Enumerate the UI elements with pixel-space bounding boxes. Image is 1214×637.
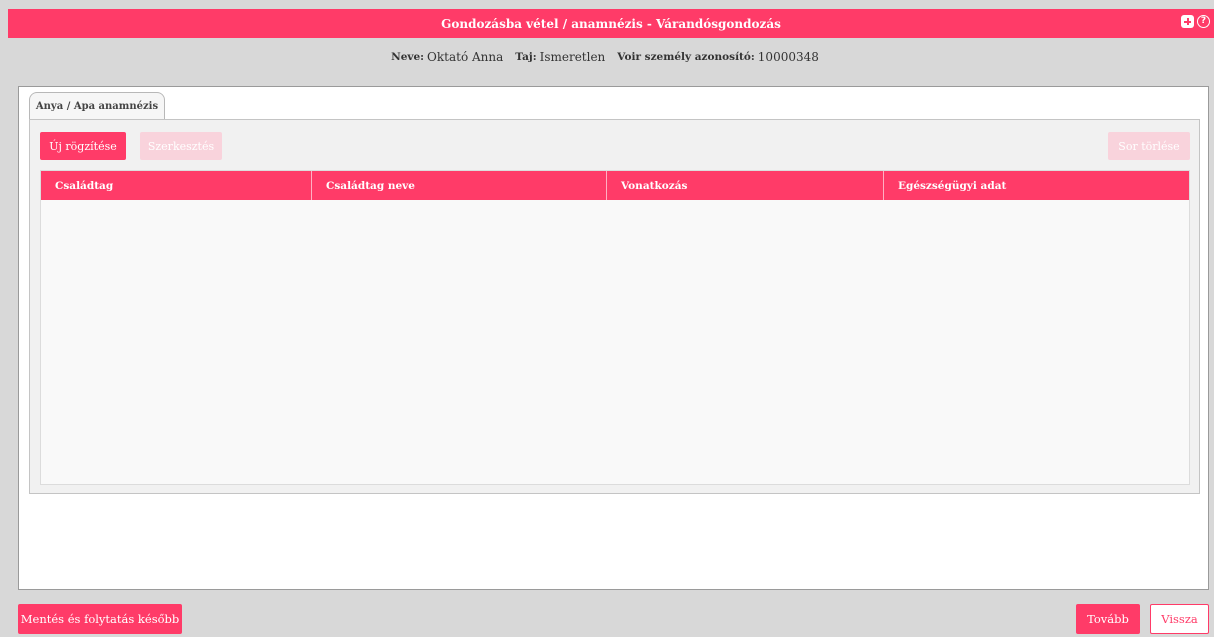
- new-record-button[interactable]: Új rögzítése: [40, 132, 126, 160]
- main-panel: Anya / Apa anamnézis Új rögzítése Szerke…: [18, 86, 1209, 590]
- column-header-csaladtag-neve[interactable]: Családtag neve: [312, 171, 607, 200]
- delete-row-button[interactable]: Sor törlése: [1108, 132, 1190, 160]
- patient-name-label: Neve:: [391, 51, 425, 63]
- patient-voir-value: 10000348: [757, 50, 819, 64]
- tab-content: Új rögzítése Szerkesztés Sor törlése Csa…: [29, 119, 1200, 494]
- patient-voir-label: Voir személy azonosító:: [617, 51, 755, 63]
- table-header: Családtag Családtag neve Vonatkozás Egés…: [41, 171, 1189, 200]
- window-title-bar: Gondozásba vétel / anamnézis - Várandósg…: [8, 9, 1214, 38]
- column-header-vonatkozas[interactable]: Vonatkozás: [607, 171, 884, 200]
- family-history-table: Családtag Családtag neve Vonatkozás Egés…: [40, 170, 1190, 485]
- help-circle-icon[interactable]: ?: [1197, 15, 1210, 28]
- next-button[interactable]: Tovább: [1076, 604, 1140, 634]
- column-header-egeszsegugyi-adat[interactable]: Egészségügyi adat: [884, 171, 1189, 200]
- edit-button[interactable]: Szerkesztés: [140, 132, 222, 160]
- save-and-continue-later-button[interactable]: Mentés és folytatás később: [18, 604, 182, 634]
- plus-square-icon[interactable]: [1181, 15, 1194, 28]
- column-header-csaladtag[interactable]: Családtag: [41, 171, 312, 200]
- page-title: Gondozásba vétel / anamnézis - Várandósg…: [441, 16, 781, 31]
- title-bar-icons: ?: [1181, 15, 1210, 28]
- patient-taj-value: Ismeretlen: [539, 50, 606, 64]
- patient-info-bar: Neve: Oktató Anna Taj: Ismeretlen Voir s…: [8, 38, 1214, 76]
- tab-anya-apa-anamnezis[interactable]: Anya / Apa anamnézis: [29, 92, 165, 119]
- table-body: [41, 200, 1189, 484]
- patient-name-value: Oktató Anna: [427, 50, 504, 64]
- back-button[interactable]: Vissza: [1150, 604, 1209, 634]
- patient-taj-label: Taj:: [515, 51, 537, 63]
